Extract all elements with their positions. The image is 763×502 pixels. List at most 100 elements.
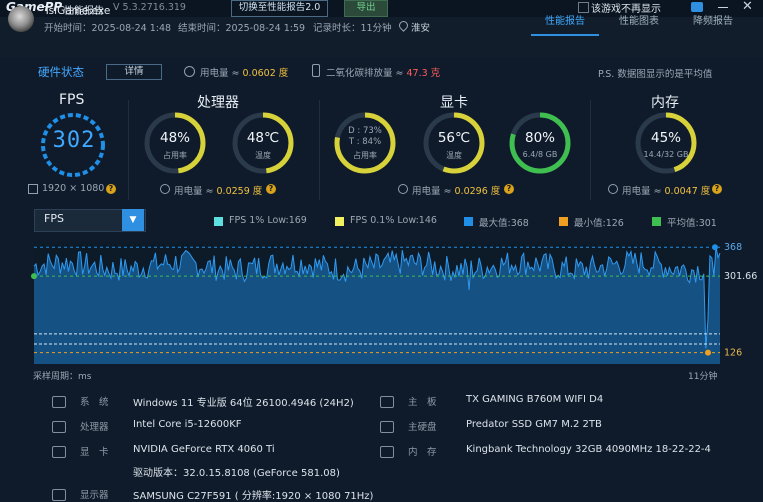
help-icon[interactable]: ? [712, 184, 722, 194]
minimize-icon[interactable] [718, 7, 728, 8]
export-button[interactable]: 导出 [344, 0, 388, 17]
legend-01pct-low: FPS 0.1% Low:146 [350, 215, 437, 226]
legend-avg: 平均值:301 [667, 218, 717, 229]
power-icon [184, 66, 195, 77]
gpu-d-usage: D : 73% [348, 126, 382, 136]
cpu-power-value: 0.0259 度 [216, 186, 263, 197]
spec-icon [52, 421, 66, 433]
spec-icon [52, 446, 66, 458]
spec-label: 显示器 [80, 490, 109, 501]
spec-value: NVIDIA GeForce RTX 4060 Ti [133, 444, 275, 455]
gpu-power-icon [398, 184, 408, 194]
tab-performance-report[interactable]: 性能报告 [545, 12, 585, 27]
co2-label: 二氧化碳排放量 ≈ [326, 68, 407, 79]
spec-label: 系 统 [80, 397, 109, 408]
active-tab-indicator [531, 34, 599, 36]
legend-1pct-low: FPS 1% Low:169 [229, 215, 307, 226]
spec-icon [380, 396, 394, 408]
co2-value: 47.3 克 [406, 68, 441, 79]
chevron-down-icon[interactable]: ▼ [122, 209, 144, 231]
resolution-label: 1920 × 1080 [42, 183, 105, 194]
hardware-status-title: 硬件状态 [38, 65, 84, 79]
location-label: 淮安 [411, 23, 431, 34]
avg-marker [31, 273, 37, 280]
gpu-section-title: 显卡 [440, 95, 468, 111]
x-axis-start-label: 采样周期：ms [33, 372, 92, 382]
section-divider [319, 100, 320, 200]
spec-icon [52, 489, 66, 501]
co2-emission: 二氧化碳排放量 ≈ 47.3 克 [326, 65, 440, 79]
record-duration: 记录时长：11分钟 [313, 23, 392, 34]
total-power-value: 0.0602 度 [242, 68, 289, 79]
details-button[interactable]: 详情 [106, 64, 162, 80]
total-power: 用电量 ≈ 0.0602 度 [200, 65, 288, 79]
y-tick-label: 301.66 [724, 271, 757, 282]
memory-power: 用电量 ≈ 0.0047 度 [622, 183, 710, 197]
tab-throttle-report[interactable]: 降频报告 [693, 12, 733, 27]
spec-label: 显 卡 [80, 447, 109, 458]
spec-label: 主硬盘 [408, 422, 437, 433]
gpu-t-usage: T : 84% [348, 137, 382, 147]
cpu-temp-value: 48℃ [246, 130, 280, 146]
cpu-power-label: 用电量 ≈ [174, 186, 217, 197]
co2-icon [312, 64, 320, 77]
gpu-usage-label: 占用率 [353, 151, 377, 160]
spec-value: Windows 11 专业版 64位 26100.4946 (24H2) [133, 398, 354, 409]
spec-value: Predator SSD GM7 M.2 2TB [466, 419, 602, 430]
spec-value: 驱动版本：32.0.15.8108 (GeForce 581.08) [133, 468, 340, 479]
gpu-vram-value: 80% [524, 130, 555, 146]
max-marker [712, 244, 718, 251]
section-divider [590, 100, 591, 200]
memory-usage-sub: 14.4/32 GB [643, 150, 689, 159]
fps-chart: 368 301.66 126 [31, 242, 757, 364]
total-power-label: 用电量 ≈ [200, 68, 243, 79]
end-time: 结束时间：2025-08-24 1:59 [178, 23, 306, 34]
fps-value: 302 [52, 128, 96, 153]
switch-report-button[interactable]: 切换至性能报告2.0 [231, 0, 328, 17]
help-icon[interactable]: ? [504, 184, 514, 194]
camera-icon[interactable] [691, 2, 703, 12]
memory-power-label: 用电量 ≈ [622, 186, 665, 197]
cpu-temp-label: 温度 [255, 151, 271, 160]
help-icon[interactable]: ? [106, 184, 116, 194]
metric-select-value[interactable]: FPS [44, 212, 64, 225]
close-icon[interactable]: ✕ [742, 0, 753, 14]
x-axis-end-label: 11分钟 [688, 372, 718, 382]
start-time: 开始时间：2025-08-24 1:48 [44, 23, 172, 34]
tab-performance-chart[interactable]: 性能图表 [619, 12, 659, 27]
spec-icon [52, 396, 66, 408]
memory-power-icon [608, 184, 618, 194]
cpu-power: 用电量 ≈ 0.0259 度 [174, 183, 262, 197]
y-tick-label: 126 [724, 348, 742, 359]
spec-icon [380, 446, 394, 458]
legend-swatch-01pct-low [335, 217, 344, 226]
legend-min: 最小值:126 [574, 218, 624, 229]
gpu-vram-sub: 6.4/8 GB [522, 150, 558, 159]
gpu-temp-value: 56℃ [437, 130, 471, 146]
game-avatar [8, 6, 34, 32]
legend-swatch-min [559, 217, 568, 226]
help-icon[interactable]: ? [266, 184, 276, 194]
cpu-power-icon [160, 184, 170, 194]
spec-value: Intel Core i5-12600KF [133, 419, 242, 430]
gpu-power: 用电量 ≈ 0.0296 度 [412, 183, 500, 197]
memory-power-value: 0.0047 度 [664, 186, 711, 197]
monitor-icon [28, 184, 38, 194]
memory-section-title: 内存 [651, 95, 679, 111]
fps-section-title: FPS [59, 92, 85, 108]
cpu-usage-label: 占用率 [163, 151, 187, 160]
section-divider [128, 100, 129, 200]
legend-swatch-1pct-low [214, 217, 223, 226]
spec-label: 内 存 [408, 447, 437, 458]
cpu-section-title: 处理器 [197, 95, 239, 111]
y-tick-label: 368 [724, 242, 742, 253]
cpu-usage-value: 48% [159, 130, 190, 146]
legend-swatch-max [464, 217, 473, 226]
legend-swatch-avg [652, 217, 661, 226]
spec-icon [380, 421, 394, 433]
memory-usage-value: 45% [650, 130, 681, 146]
gpu-power-value: 0.0296 度 [454, 186, 501, 197]
gpu-temp-label: 温度 [446, 151, 462, 160]
game-name: TslGame.exe [44, 5, 111, 17]
version-label: V 5.3.2716.319 [113, 2, 186, 13]
